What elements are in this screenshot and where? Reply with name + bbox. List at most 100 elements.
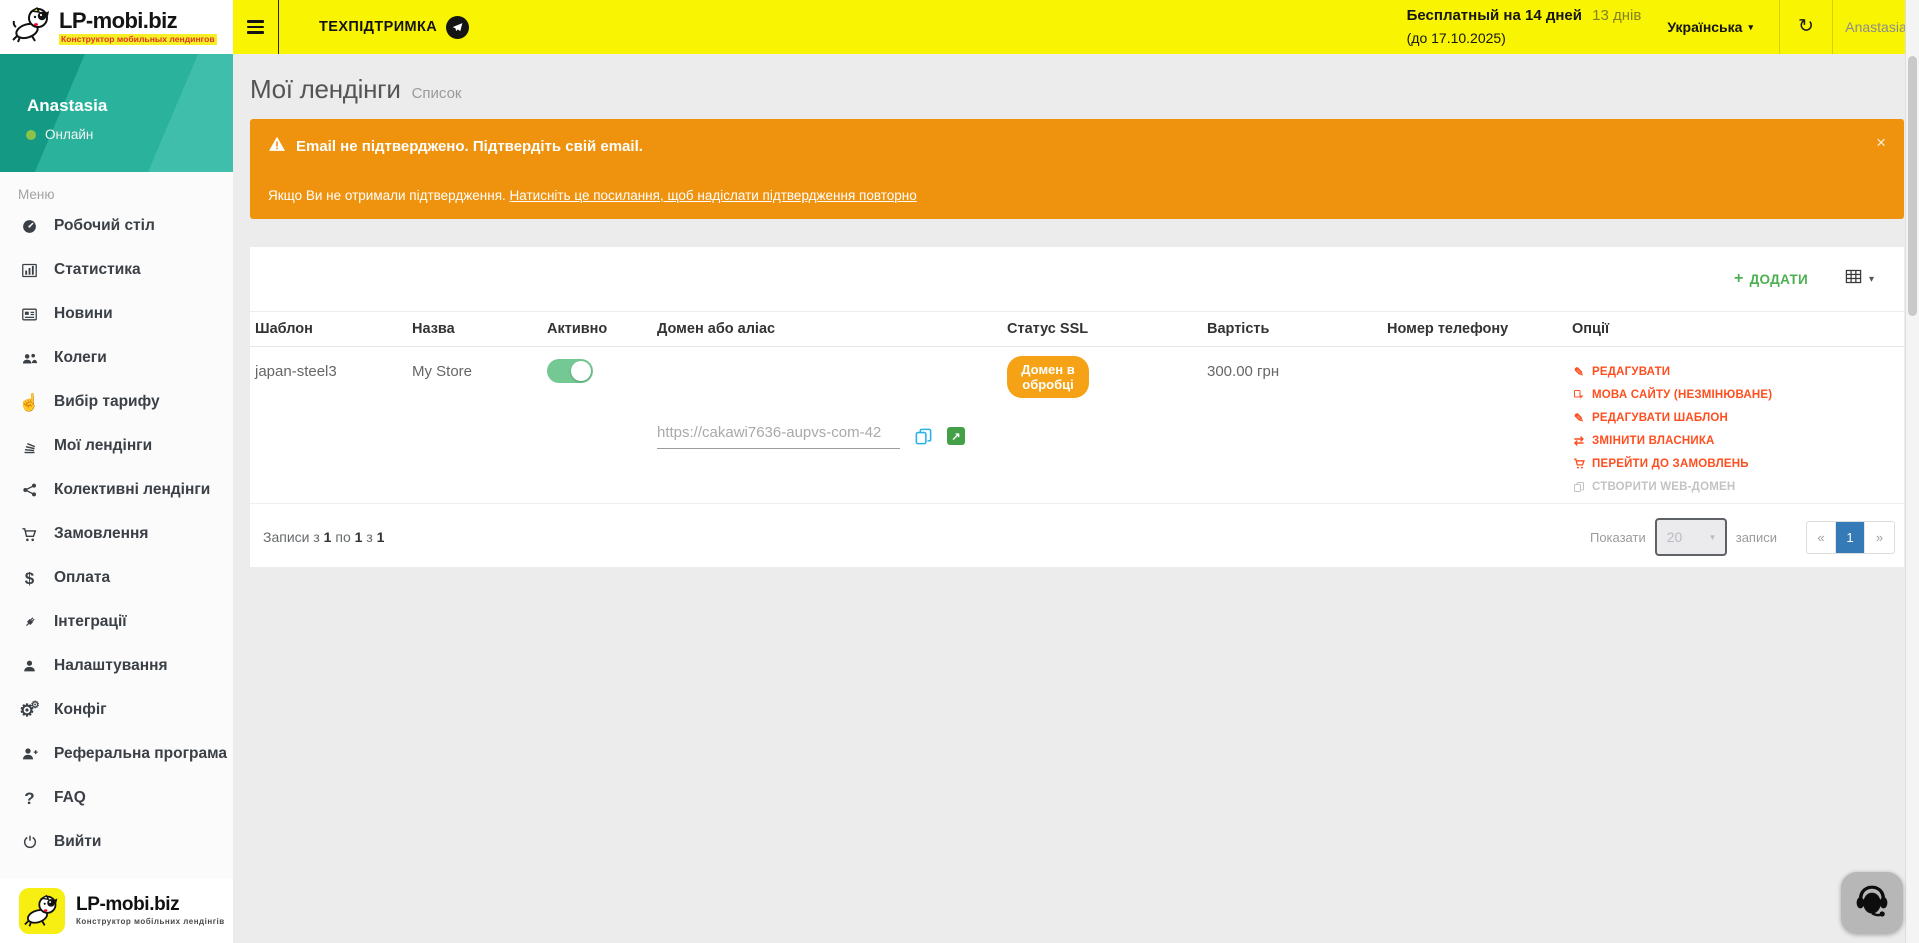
trial-days-left: 13 днів <box>1592 7 1641 24</box>
plug-icon <box>19 614 40 630</box>
refresh-icon: ↻ <box>1798 16 1814 37</box>
pager-page-1-button[interactable]: 1 <box>1836 522 1865 553</box>
main-content: Мої лендінги Список Email не підтверджен… <box>233 54 1905 943</box>
cell-options: ✎ РЕДАГУВАТИ МОВА САЙТУ (НЕЗМІНЮВАНЕ) ✎ … <box>1567 347 1904 503</box>
landings-icon <box>19 438 40 455</box>
chevron-down-icon: ▾ <box>1869 274 1874 285</box>
page-size-select[interactable]: 20 ▾ <box>1655 518 1727 556</box>
sidebar-item-referral[interactable]: Реферальна програма <box>0 732 233 776</box>
landings-table-card: + ДОДАТИ ▾ Шаблон Назва Активно Домен аб… <box>250 247 1904 567</box>
hand-pointer-icon: ☝ <box>19 394 40 411</box>
tech-support-label: ТЕХПІДТРИМКА <box>319 19 437 35</box>
language-selector[interactable]: Українська ▾ <box>1667 19 1753 35</box>
chevron-down-icon: ▾ <box>1748 22 1753 33</box>
sidebar-item-integrations[interactable]: Інтеграції <box>0 600 233 644</box>
trial-plan: Бесплатный на 14 дней <box>1407 7 1582 24</box>
users-icon <box>19 350 40 367</box>
headset-icon <box>1851 880 1893 927</box>
open-external-icon[interactable]: ↗ <box>947 427 965 445</box>
sidebar-menu: Робочий стіл Статистика Новини Колеги ☝ … <box>0 204 233 864</box>
sidebar-item-faq[interactable]: ? FAQ <box>0 776 233 820</box>
language-selected: Українська <box>1667 19 1742 35</box>
sidebar-item-my-landings[interactable]: Мої лендінги <box>0 424 233 468</box>
app-badge-icon <box>19 888 65 934</box>
app-window: LP-mobi.biz Конструктор мобильных лендин… <box>0 0 1919 943</box>
columns-view-button[interactable]: ▾ <box>1845 269 1874 289</box>
gears-icon: ⚙⚙ <box>19 702 40 719</box>
col-header-options: Опції <box>1567 312 1904 346</box>
cell-price: 300.00 грн <box>1202 347 1382 503</box>
share-icon <box>19 482 40 498</box>
telegram-icon <box>446 16 469 39</box>
cart-icon <box>19 526 40 543</box>
sidebar-item-settings[interactable]: Налаштування <box>0 644 233 688</box>
sidebar-item-orders[interactable]: Замовлення <box>0 512 233 556</box>
newspaper-icon <box>19 306 40 323</box>
sidebar-item-dashboard[interactable]: Робочий стіл <box>0 204 233 248</box>
domain-input[interactable] <box>657 424 900 449</box>
sidebar-toggle-button[interactable] <box>233 0 279 54</box>
col-header-price: Вартість <box>1202 312 1382 346</box>
sidebar: Anastasia Онлайн Меню Робочий стіл Стати… <box>0 54 233 943</box>
ssl-status-badge: Домен в обробці <box>1007 356 1089 398</box>
cart-icon <box>1572 457 1586 470</box>
copy-icon[interactable] <box>914 427 933 446</box>
sidebar-footer-logo[interactable]: LP-mobi.biz Конструктор мобільних лендін… <box>0 879 233 943</box>
page-title: Мої лендінги <box>250 74 401 105</box>
tachometer-icon <box>19 218 40 235</box>
sidebar-item-tariff[interactable]: ☝ Вибір тарифу <box>0 380 233 424</box>
resend-confirmation-link[interactable]: Натисніть це посилання, щоб надіслати пі… <box>510 188 917 203</box>
edit-icon: ✎ <box>1572 366 1586 378</box>
table-row: japan-steel3 My Store ↗ Домен в обробці … <box>250 347 1904 504</box>
scrollbar-thumb[interactable] <box>1908 56 1917 316</box>
option-edit[interactable]: ✎ РЕДАГУВАТИ <box>1572 360 1896 383</box>
sidebar-item-news[interactable]: Новини <box>0 292 233 336</box>
table-footer: Записи з 1 по 1 з 1 Показати 20 ▾ записи… <box>250 507 1904 567</box>
brand-title: LP-mobi.biz <box>59 9 217 32</box>
question-icon: ? <box>19 790 40 807</box>
alert-title-row: Email не підтверджено. Підтвердіть свій … <box>268 136 1864 156</box>
sidebar-item-collective-landings[interactable]: Колективні лендінги <box>0 468 233 512</box>
footer-logo-title: LP-mobi.biz <box>76 895 225 916</box>
bar-chart-icon <box>19 262 40 279</box>
option-edit-template[interactable]: ✎ РЕДАГУВАТИ ШАБЛОН <box>1572 406 1896 429</box>
alert-title-text: Email не підтверджено. Підтвердіть свій … <box>296 138 643 155</box>
option-site-language[interactable]: МОВА САЙТУ (НЕЗМІНЮВАНЕ) <box>1572 383 1896 406</box>
page-header: Мої лендінги Список <box>233 54 1905 119</box>
brand-tagline: Конструктор мобильных лендингов <box>59 34 217 45</box>
support-chat-button[interactable] <box>1841 872 1903 934</box>
col-header-ssl: Статус SSL <box>1002 312 1202 346</box>
table-toolbar: + ДОДАТИ ▾ <box>250 247 1904 311</box>
option-go-to-orders[interactable]: ПЕРЕЙТИ ДО ЗАМОВЛЕНЬ <box>1572 452 1896 475</box>
user-plus-icon <box>19 746 40 762</box>
warning-icon <box>268 136 286 156</box>
pagination-controls: Показати 20 ▾ записи « 1 » <box>1590 518 1895 556</box>
alert-body-text: Якщо Ви не отримали підтвердження. Натис… <box>268 188 1864 203</box>
option-change-owner[interactable]: ⇄ ЗМІНИТИ ВЛАСНИКА <box>1572 429 1896 452</box>
trial-info: Бесплатный на 14 дней 13 днів (до 17.10.… <box>1407 5 1642 49</box>
brand-logo[interactable]: LP-mobi.biz Конструктор мобильных лендин… <box>0 0 233 54</box>
cell-name: My Store <box>407 347 542 503</box>
active-toggle[interactable] <box>547 359 593 383</box>
trial-until-date: (до 17.10.2025) <box>1407 28 1642 49</box>
pager-next-button[interactable]: » <box>1865 522 1894 553</box>
sidebar-item-payment[interactable]: $ Оплата <box>0 556 233 600</box>
pager: « 1 » <box>1806 521 1895 554</box>
option-create-web-domain: СТВОРИТИ WEB-ДОМЕН <box>1572 475 1896 498</box>
pager-prev-button[interactable]: « <box>1807 522 1836 553</box>
top-bar: LP-mobi.biz Конструктор мобильных лендин… <box>0 0 1919 54</box>
profile-status-label: Онлайн <box>45 127 93 142</box>
sidebar-item-config[interactable]: ⚙⚙ Конфіг <box>0 688 233 732</box>
sidebar-profile: Anastasia Онлайн <box>0 54 233 172</box>
tech-support-link[interactable]: ТЕХПІДТРИМКА <box>319 0 469 54</box>
menu-section-label: Меню <box>18 187 233 202</box>
page-scrollbar[interactable] <box>1905 0 1919 943</box>
refresh-button[interactable]: ↻ <box>1780 0 1832 54</box>
sidebar-item-logout[interactable]: Вийти <box>0 820 233 864</box>
clone-icon <box>1572 481 1586 493</box>
sidebar-item-colleagues[interactable]: Колеги <box>0 336 233 380</box>
user-icon <box>19 658 40 674</box>
add-landing-button[interactable]: + ДОДАТИ <box>1734 271 1808 287</box>
sidebar-item-statistics[interactable]: Статистика <box>0 248 233 292</box>
close-icon[interactable]: × <box>1876 134 1886 151</box>
